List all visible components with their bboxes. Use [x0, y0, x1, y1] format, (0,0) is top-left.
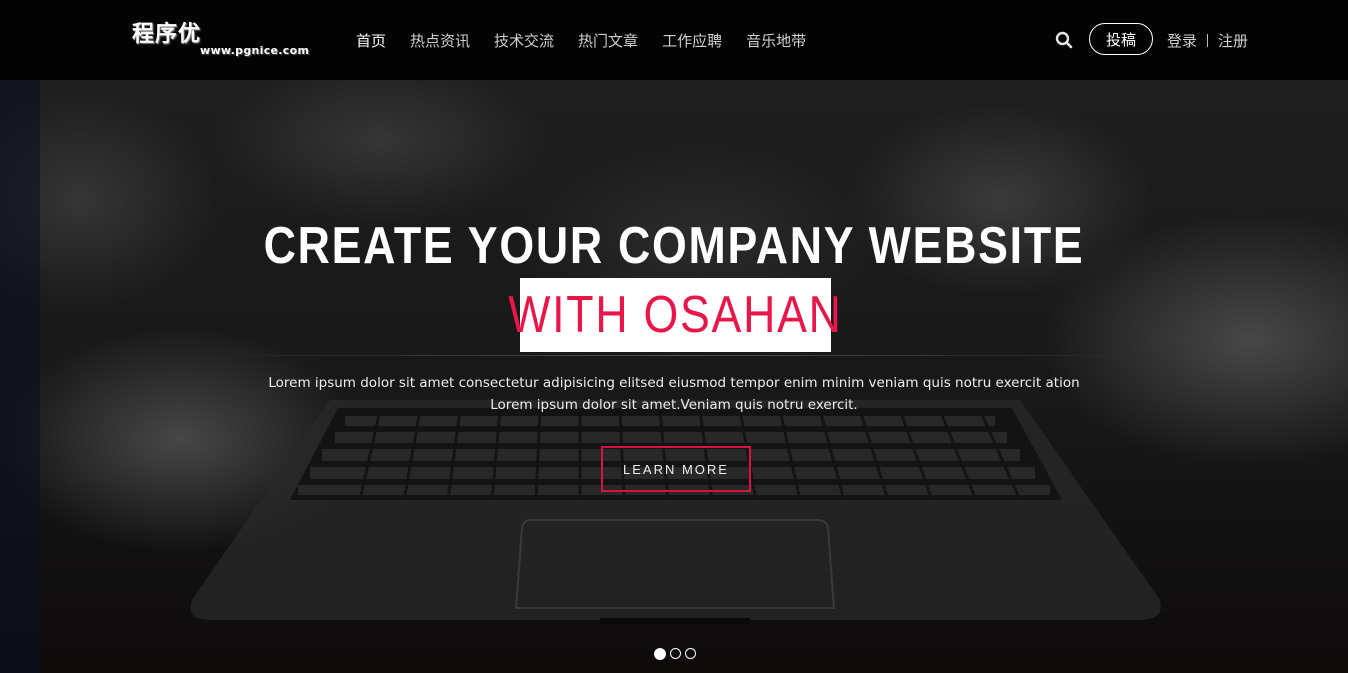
learn-more-button[interactable]: LEARN MORE — [601, 446, 751, 492]
slider-dot-1[interactable] — [654, 647, 666, 660]
nav-item-home[interactable]: 首页 — [356, 30, 386, 51]
hero-highlight-text: WITH OSAHAN — [508, 286, 843, 344]
nav-item-tech-exchange[interactable]: 技术交流 — [494, 30, 554, 51]
search-icon[interactable] — [1055, 31, 1073, 49]
slider-dot-2[interactable] — [670, 648, 681, 659]
logo-url: www.pgnice.com — [200, 44, 310, 57]
slider-dot-3[interactable] — [685, 648, 696, 659]
hero-description-line1: Lorem ipsum dolor sit amet consectetur a… — [268, 375, 1080, 391]
nav-item-popular-articles[interactable]: 热门文章 — [578, 30, 638, 51]
nav-item-jobs[interactable]: 工作应聘 — [662, 30, 722, 51]
hero-description: Lorem ipsum dolor sit amet consectetur a… — [224, 372, 1124, 416]
login-link[interactable]: 登录 — [1167, 30, 1197, 51]
submit-article-button[interactable]: 投稿 — [1089, 23, 1153, 55]
logo-text: 程序优 — [132, 21, 202, 47]
nav-item-music[interactable]: 音乐地带 — [746, 30, 806, 51]
site-logo[interactable]: 程序优 www.pgnice.com — [132, 16, 310, 62]
site-header: 程序优 www.pgnice.com 首页 热点资讯 技术交流 热门文章 工作应… — [0, 0, 1348, 80]
hero-description-line2: Lorem ipsum dolor sit amet.Veniam quis n… — [490, 397, 858, 413]
register-link[interactable]: 注册 — [1218, 30, 1248, 51]
auth-links: 登录 注册 — [1167, 0, 1248, 80]
main-nav: 首页 热点资讯 技术交流 热门文章 工作应聘 音乐地带 — [356, 0, 830, 80]
hero-highlight-box: WITH OSAHAN — [508, 278, 841, 352]
hero-divider — [200, 355, 1148, 356]
auth-divider — [1207, 33, 1209, 47]
hero-title: CREATE YOUR COMPANY WEBSITE — [263, 217, 1085, 275]
nav-item-hot-news[interactable]: 热点资讯 — [410, 30, 470, 51]
slider-pagination — [654, 647, 700, 660]
hero-slider: CREATE YOUR COMPANY WEBSITE WITH OSAHAN … — [0, 80, 1348, 673]
